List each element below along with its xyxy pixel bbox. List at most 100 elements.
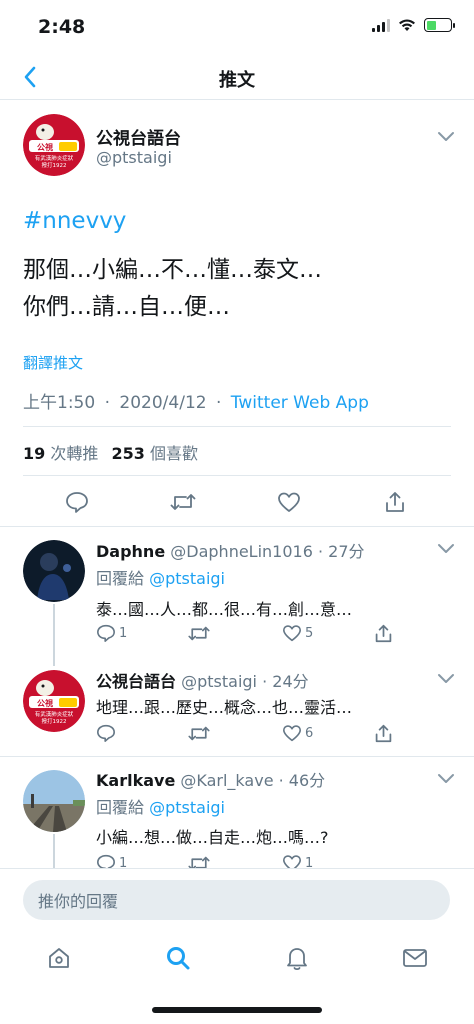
battery-icon — [424, 18, 455, 32]
reply-timestamp: · 46分 — [278, 771, 326, 790]
reply-share-button[interactable] — [374, 624, 393, 643]
meta-separator: · — [215, 393, 222, 413]
svg-text:公視: 公視 — [37, 698, 53, 708]
reply-author-handle[interactable]: @DaphneLin1016 — [170, 542, 313, 561]
tab-messages[interactable] — [395, 938, 435, 978]
reply-input[interactable]: 推你的回覆 — [23, 880, 450, 920]
svg-text:撥打1922: 撥打1922 — [42, 161, 67, 169]
chevron-down-icon[interactable] — [436, 771, 456, 785]
navigation-bar: 推文 — [0, 54, 474, 100]
like-count: 6 — [305, 725, 314, 741]
divider — [0, 526, 474, 527]
reply-reply-button[interactable] — [96, 724, 116, 742]
likes-stat[interactable]: 253 個喜歡 — [111, 444, 198, 463]
tab-notifications[interactable] — [277, 938, 317, 978]
home-indicator — [152, 1007, 322, 1013]
status-time: 2:48 — [38, 16, 86, 38]
reply-timestamp: · 27分 — [317, 542, 365, 561]
reply-header: Karlkave @Karl_kave · 46分 — [96, 767, 325, 791]
reply-like-button[interactable]: 5 — [282, 624, 313, 642]
retweet-icon — [188, 626, 210, 641]
retweets-stat[interactable]: 19 次轉推 — [23, 444, 98, 463]
karlkave-avatar — [23, 770, 85, 832]
cellular-signal-icon — [372, 18, 390, 32]
reply-author-handle[interactable]: @ptstaigi — [181, 672, 257, 691]
wifi-icon — [399, 19, 415, 31]
reply-reply-button[interactable]: 1 — [96, 624, 127, 642]
author-name[interactable]: 公視台語台 — [96, 124, 181, 149]
svg-text:公視: 公視 — [37, 142, 53, 152]
reply-author-name[interactable]: 公視台語台 — [96, 672, 176, 691]
author-avatar[interactable]: 公視 有武漢肺炎症狀 撥打1922 — [23, 114, 85, 176]
like-count: 5 — [305, 625, 314, 641]
reply-share-button[interactable] — [374, 724, 393, 743]
divider — [0, 756, 474, 757]
svg-text:有武漢肺炎症狀: 有武漢肺炎症狀 — [35, 710, 74, 718]
retweet-icon — [170, 494, 196, 510]
tweet-hashtag[interactable]: #nnevvy — [23, 208, 126, 234]
reply-text: 小編…想…做…自走…炮…嗎…? — [96, 828, 329, 847]
chevron-left-icon — [24, 66, 36, 88]
svg-text:有武漢肺炎症狀: 有武漢肺炎症狀 — [35, 154, 74, 162]
share-icon — [386, 492, 404, 512]
reply-input-placeholder: 推你的回覆 — [38, 892, 119, 911]
reply-avatar[interactable] — [23, 770, 85, 832]
daphne-avatar — [23, 540, 85, 602]
svg-text:撥打1922: 撥打1922 — [42, 717, 67, 725]
chevron-down-icon[interactable] — [436, 541, 456, 555]
replying-to-handle[interactable]: @ptstaigi — [149, 798, 225, 817]
replying-to: 回覆給 @ptstaigi — [96, 798, 225, 817]
reply-author-handle[interactable]: @Karl_kave — [180, 771, 273, 790]
tweet-text-line1: 那個…小編…不…懂…泰文… — [23, 257, 322, 283]
status-icons — [372, 18, 455, 32]
reply-author-name[interactable]: Daphne — [96, 542, 165, 561]
translate-tweet-link[interactable]: 翻譯推文 — [23, 352, 83, 373]
like-button[interactable] — [272, 488, 306, 516]
divider — [23, 475, 451, 476]
page-title: 推文 — [219, 70, 255, 91]
comment-icon — [97, 724, 115, 742]
search-icon — [167, 947, 190, 970]
reply-header: Daphne @DaphneLin1016 · 27分 — [96, 538, 365, 562]
reply-retweet-button[interactable] — [188, 725, 210, 742]
heart-icon — [283, 625, 301, 642]
tweet-time: 上午1:50 — [23, 393, 96, 413]
author-handle[interactable]: @ptstaigi — [96, 148, 172, 167]
meta-separator: · — [104, 393, 110, 413]
share-icon — [375, 724, 392, 743]
comment-icon — [66, 492, 88, 513]
tweet-text-line2: 你們…請…自…便… — [23, 294, 230, 320]
bell-icon — [287, 948, 307, 971]
mail-icon — [403, 949, 427, 967]
chevron-down-icon[interactable] — [436, 671, 456, 685]
reply-like-button[interactable]: 6 — [282, 724, 313, 742]
reply-avatar[interactable] — [23, 540, 85, 602]
tweet-text: 那個…小編…不…懂…泰文… 你們…請…自…便… — [23, 252, 453, 326]
divider — [23, 426, 451, 427]
tweet-date: 2020/4/12 — [119, 393, 207, 413]
replying-to-handle[interactable]: @ptstaigi — [149, 569, 225, 588]
tweet-client-link[interactable]: Twitter Web App — [231, 393, 369, 413]
reply-header: 公視台語台 @ptstaigi · 24分 — [96, 668, 309, 692]
status-bar: 2:48 — [0, 0, 474, 54]
share-button[interactable] — [378, 488, 412, 516]
heart-icon — [278, 492, 300, 512]
back-button[interactable] — [14, 62, 46, 92]
reply-button[interactable] — [60, 488, 94, 516]
home-icon — [49, 948, 69, 968]
thread-line — [53, 604, 55, 666]
pts-logo-avatar: 公視 有武漢肺炎症狀 撥打1922 — [23, 670, 85, 732]
tab-search[interactable] — [158, 938, 198, 978]
replying-to: 回覆給 @ptstaigi — [96, 569, 225, 588]
pts-logo-avatar: 公視 有武漢肺炎症狀 撥打1922 — [23, 114, 85, 176]
reply-author-name[interactable]: Karlkave — [96, 771, 175, 790]
retweet-button[interactable] — [166, 488, 200, 516]
reply-count: 1 — [119, 625, 128, 641]
chevron-down-icon[interactable] — [436, 129, 456, 143]
retweet-icon — [188, 726, 210, 741]
share-icon — [375, 624, 392, 643]
reply-retweet-button[interactable] — [188, 625, 210, 642]
reply-avatar[interactable]: 公視 有武漢肺炎症狀 撥打1922 — [23, 670, 85, 732]
reply-text: 地理…跟…歷史…概念…也…靈活… — [96, 698, 353, 717]
tab-home[interactable] — [39, 938, 79, 978]
